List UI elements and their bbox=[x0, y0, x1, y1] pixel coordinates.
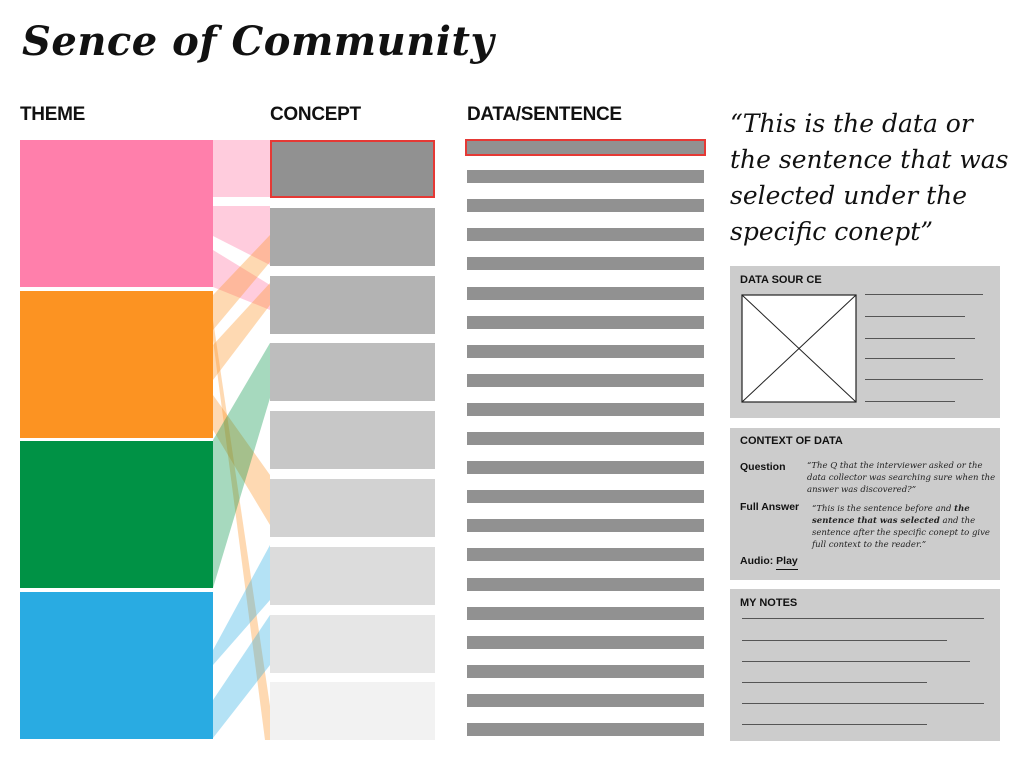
data-sentence-bar[interactable] bbox=[467, 694, 704, 707]
data-sentence-bar[interactable] bbox=[467, 461, 704, 474]
context-heading: CONTEXT OF DATA bbox=[740, 435, 843, 447]
concept-block[interactable] bbox=[270, 547, 435, 605]
source-detail-line bbox=[865, 401, 955, 402]
theme-block[interactable] bbox=[20, 441, 213, 588]
data-sentence-bar[interactable] bbox=[467, 316, 704, 329]
data-sentence-bar[interactable] bbox=[467, 636, 704, 649]
note-line[interactable] bbox=[742, 703, 984, 704]
source-detail-line bbox=[865, 316, 965, 317]
concept-block[interactable] bbox=[270, 208, 435, 266]
audio-label: Audio: bbox=[740, 555, 774, 567]
data-sentence-bar[interactable] bbox=[467, 403, 704, 416]
source-detail-line bbox=[865, 379, 983, 380]
data-sentence-bar[interactable] bbox=[467, 548, 704, 561]
concept-block[interactable] bbox=[270, 411, 435, 469]
answer-before: “This is the sentence before and bbox=[812, 504, 955, 514]
full-answer-text: “This is the sentence before and the sen… bbox=[812, 503, 1000, 551]
data-sentence-bar[interactable] bbox=[467, 723, 704, 736]
data-sentence-bar[interactable] bbox=[467, 490, 704, 503]
context-panel: CONTEXT OF DATA Question “The Q that the… bbox=[730, 428, 1000, 580]
data-sentence-bar[interactable] bbox=[467, 287, 704, 300]
note-line[interactable] bbox=[742, 724, 927, 725]
source-detail-line bbox=[865, 338, 975, 339]
note-line[interactable] bbox=[742, 640, 947, 641]
question-label: Question bbox=[740, 461, 786, 473]
data-sentence-bar[interactable] bbox=[467, 578, 704, 591]
selected-data-quote: “This is the data or the sentence that w… bbox=[730, 109, 1009, 246]
audio-play-link[interactable]: Play bbox=[776, 555, 798, 570]
full-answer-label: Full Answer bbox=[740, 501, 800, 513]
concept-block[interactable] bbox=[270, 479, 435, 537]
data-sentence-bar[interactable] bbox=[467, 257, 704, 270]
source-detail-line bbox=[865, 358, 955, 359]
data-source-heading: DATA SOUR CE bbox=[740, 274, 822, 286]
audio-row: Audio: Play bbox=[740, 555, 798, 570]
data-sentence-bar[interactable] bbox=[467, 432, 704, 445]
notes-heading: MY NOTES bbox=[740, 597, 798, 609]
concept-block[interactable] bbox=[270, 276, 435, 334]
data-sentence-bar[interactable] bbox=[467, 519, 704, 532]
data-sentence-bar[interactable] bbox=[467, 374, 704, 387]
data-sentence-bar[interactable] bbox=[465, 139, 706, 156]
data-sentence-bar[interactable] bbox=[467, 607, 704, 620]
note-line[interactable] bbox=[742, 661, 970, 662]
note-line[interactable] bbox=[742, 618, 984, 619]
source-detail-line bbox=[865, 294, 983, 295]
data-sentence-bar[interactable] bbox=[467, 228, 704, 241]
data-sentence-bar[interactable] bbox=[467, 170, 704, 183]
image-placeholder-icon[interactable] bbox=[741, 294, 857, 404]
note-line[interactable] bbox=[742, 682, 927, 683]
data-sentence-bar[interactable] bbox=[467, 345, 704, 358]
concept-block[interactable] bbox=[270, 343, 435, 401]
data-sentence-bar[interactable] bbox=[467, 199, 704, 212]
data-source-panel: DATA SOUR CE bbox=[730, 266, 1000, 418]
theme-block[interactable] bbox=[20, 140, 213, 287]
flow-ribbon bbox=[213, 140, 270, 197]
data-sentence-bar[interactable] bbox=[467, 665, 704, 678]
theme-block[interactable] bbox=[20, 291, 213, 438]
theme-block[interactable] bbox=[20, 592, 213, 739]
question-text: “The Q that the interviewer asked or the… bbox=[807, 461, 996, 495]
concept-block[interactable] bbox=[270, 682, 435, 740]
concept-block[interactable] bbox=[270, 140, 435, 198]
notes-panel: MY NOTES bbox=[730, 589, 1000, 741]
concept-block[interactable] bbox=[270, 615, 435, 673]
